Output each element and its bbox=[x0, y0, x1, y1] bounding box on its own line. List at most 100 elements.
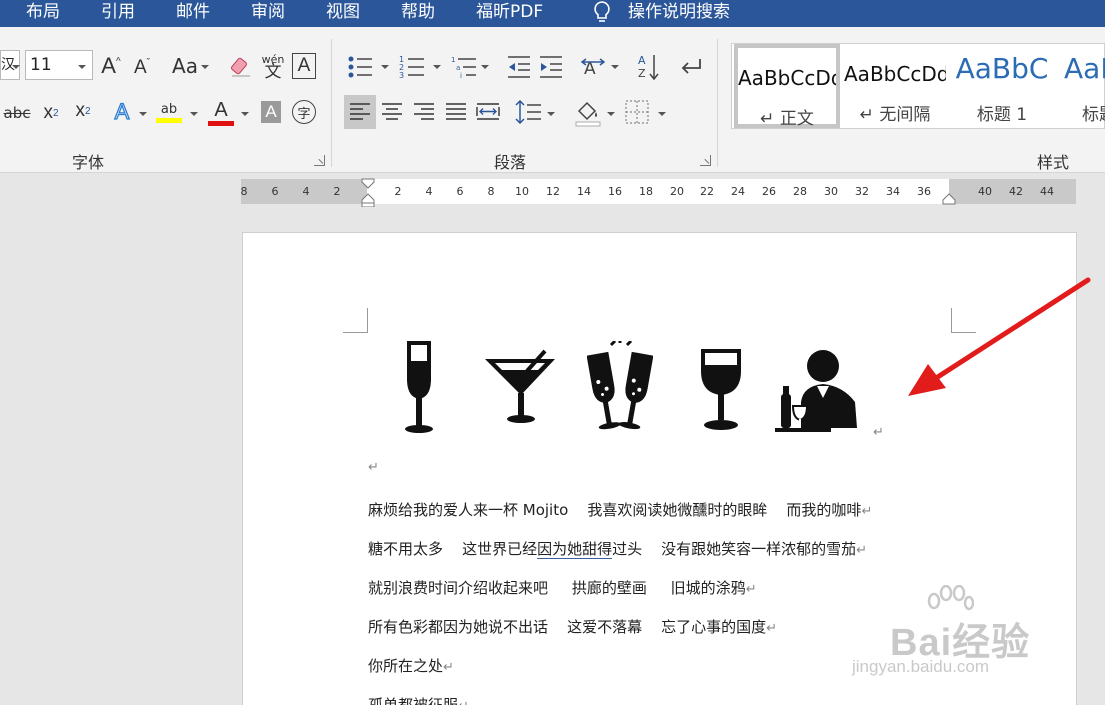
font-color-icon: A bbox=[214, 98, 228, 121]
cocktail-glass-icon[interactable] bbox=[483, 347, 559, 425]
line-spacing-dropdown-icon[interactable] bbox=[547, 112, 555, 116]
paragraph-mark: ↵ bbox=[745, 582, 757, 597]
chinese-layout-icon[interactable]: A bbox=[580, 54, 606, 80]
highlight-button[interactable]: ab bbox=[154, 97, 184, 127]
tab-layout[interactable]: 布局 bbox=[26, 1, 60, 23]
style-label: ↵ 无间隔 bbox=[859, 105, 931, 125]
shrink-font-button[interactable]: Aˇ bbox=[129, 54, 155, 82]
text-line[interactable]: 所有色彩都因为她说不出话 这爱不落幕 忘了心事的国度↵ bbox=[368, 616, 777, 637]
margin-corner-marker bbox=[951, 308, 976, 333]
text-effects-button[interactable]: A bbox=[108, 97, 136, 127]
waiter-icon[interactable] bbox=[773, 350, 859, 432]
decrease-indent-icon[interactable] bbox=[506, 54, 532, 80]
grow-font-button[interactable]: A^ bbox=[98, 52, 124, 80]
superscript-icon: x bbox=[75, 100, 85, 121]
character-border-button[interactable]: A bbox=[292, 53, 316, 79]
borders-icon[interactable] bbox=[624, 99, 650, 125]
text-effects-dropdown-icon[interactable] bbox=[139, 112, 147, 116]
style-heading-1[interactable]: AaBbC 标题 1 bbox=[950, 44, 1054, 128]
margin-corner-marker bbox=[343, 308, 368, 333]
ruler-number: 24 bbox=[731, 185, 745, 198]
tab-review[interactable]: 审阅 bbox=[251, 1, 285, 23]
numbering-dropdown-icon[interactable] bbox=[433, 65, 441, 69]
shading-icon[interactable] bbox=[573, 97, 603, 127]
menu-bar: 布局 引用 邮件 审阅 视图 帮助 福昕PDF 操作说明搜索 bbox=[0, 0, 1105, 27]
tab-foxit-pdf[interactable]: 福昕PDF bbox=[476, 1, 543, 23]
strikethrough-button[interactable]: abc bbox=[2, 99, 32, 127]
bullets-dropdown-icon[interactable] bbox=[381, 65, 389, 69]
champagne-flute-icon[interactable] bbox=[401, 339, 437, 435]
ruler-number: 28 bbox=[793, 185, 807, 198]
paragraph-mark: ↵ bbox=[458, 699, 469, 705]
character-shading-button[interactable]: A bbox=[261, 101, 281, 123]
phonetic-guide-button[interactable]: wén 文 bbox=[258, 49, 288, 83]
lightbulb-icon bbox=[594, 1, 610, 22]
change-case-button[interactable]: Aa bbox=[168, 52, 202, 80]
shading-dropdown-icon[interactable] bbox=[607, 112, 615, 116]
justify-icon bbox=[446, 103, 466, 120]
text-line[interactable]: 你所在之处↵ bbox=[368, 655, 454, 676]
tab-mailings[interactable]: 邮件 bbox=[176, 1, 210, 23]
align-right-button[interactable] bbox=[409, 95, 439, 129]
enclose-characters-button[interactable]: 字 bbox=[292, 100, 316, 124]
style-sample: AaBbCcDd bbox=[738, 66, 836, 90]
show-formatting-marks-icon[interactable] bbox=[678, 54, 704, 80]
text-line[interactable]: 孤单都被征服↵ bbox=[368, 694, 469, 705]
multilevel-list-icon[interactable]: 1ai bbox=[450, 54, 478, 80]
clear-formatting-icon[interactable] bbox=[228, 54, 254, 80]
distributed-button[interactable] bbox=[473, 95, 503, 129]
superscript-button[interactable]: x2 bbox=[70, 97, 96, 125]
font-dialog-launcher-icon[interactable] bbox=[314, 155, 325, 166]
phonetic-char: 文 bbox=[264, 62, 282, 82]
style-no-spacing[interactable]: AaBbCcDd ↵ 无间隔 bbox=[844, 44, 946, 128]
subscript-button[interactable]: x2 bbox=[38, 99, 64, 127]
bullets-icon[interactable] bbox=[346, 54, 374, 80]
align-left-button[interactable] bbox=[344, 95, 376, 129]
group-divider bbox=[331, 39, 332, 167]
champagne-toast-icon[interactable] bbox=[587, 341, 653, 435]
font-color-button[interactable]: A bbox=[206, 97, 236, 127]
numbering-icon[interactable]: 123 bbox=[398, 54, 426, 80]
font-name-dropdown-icon[interactable] bbox=[12, 65, 20, 69]
change-case-dropdown-icon[interactable] bbox=[201, 65, 209, 69]
align-left-icon bbox=[350, 103, 370, 120]
tab-references[interactable]: 引用 bbox=[101, 1, 135, 23]
paragraph-mark: ↵ bbox=[856, 543, 868, 558]
style-normal[interactable]: AaBbCcDd ↵ 正文 bbox=[734, 44, 840, 129]
line-spacing-icon[interactable] bbox=[514, 98, 542, 126]
text-line[interactable]: 糖不用太多 这世界已经因为她甜得过头 没有跟她笑容一样浓郁的雪茄↵ bbox=[368, 538, 867, 559]
line-text: 你所在之处 bbox=[368, 657, 444, 675]
grow-font-icon: A^ bbox=[101, 53, 121, 78]
first-line-indent-marker-icon[interactable] bbox=[360, 177, 376, 207]
multilevel-list-dropdown-icon[interactable] bbox=[481, 65, 489, 69]
tab-view[interactable]: 视图 bbox=[326, 1, 360, 23]
ruler-number: 12 bbox=[546, 185, 560, 198]
change-case-icon: Aa bbox=[172, 54, 198, 78]
font-group-label: 字体 bbox=[72, 153, 105, 172]
tab-help[interactable]: 帮助 bbox=[401, 1, 435, 23]
wine-glass-icon[interactable] bbox=[697, 347, 745, 433]
text-line[interactable]: 麻烦给我的爱人来一杯 Mojito 我喜欢阅读她微醺时的眼眸 而我的咖啡↵ bbox=[368, 499, 872, 520]
sort-icon[interactable]: AZ bbox=[637, 52, 661, 82]
style-heading[interactable]: AaB 标题 bbox=[1058, 44, 1105, 128]
increase-indent-icon[interactable] bbox=[538, 54, 564, 80]
text-line[interactable]: 就别浪费时间介绍收起来吧 拱廊的壁画 旧城的涂鸦↵ bbox=[368, 577, 757, 598]
borders-dropdown-icon[interactable] bbox=[658, 112, 666, 116]
highlight-dropdown-icon[interactable] bbox=[190, 112, 198, 116]
svg-text:i: i bbox=[460, 72, 462, 80]
font-size-dropdown-icon[interactable] bbox=[78, 65, 86, 69]
paragraph-mark: ↵ bbox=[368, 460, 379, 475]
horizontal-ruler[interactable]: 8 6 4 2 2 4 6 8 10 12 14 16 18 20 22 24 26 28 30 32 34 36 40 42… bbox=[241, 177, 1076, 207]
ruler-number: 2 bbox=[333, 185, 341, 198]
style-label: 标题 1 bbox=[976, 105, 1028, 125]
align-center-button[interactable] bbox=[377, 95, 407, 129]
font-color-dropdown-icon[interactable] bbox=[241, 112, 249, 116]
ruler-number: 20 bbox=[670, 185, 684, 198]
tell-me-search[interactable]: 操作说明搜索 bbox=[628, 1, 730, 23]
underlined-text: 因为她甜得 bbox=[537, 540, 613, 559]
ruler-number: 32 bbox=[855, 185, 869, 198]
chinese-layout-dropdown-icon[interactable] bbox=[611, 65, 619, 69]
paragraph-dialog-launcher-icon[interactable] bbox=[700, 155, 711, 166]
right-indent-marker-icon[interactable] bbox=[942, 193, 956, 205]
justify-button[interactable] bbox=[441, 95, 471, 129]
